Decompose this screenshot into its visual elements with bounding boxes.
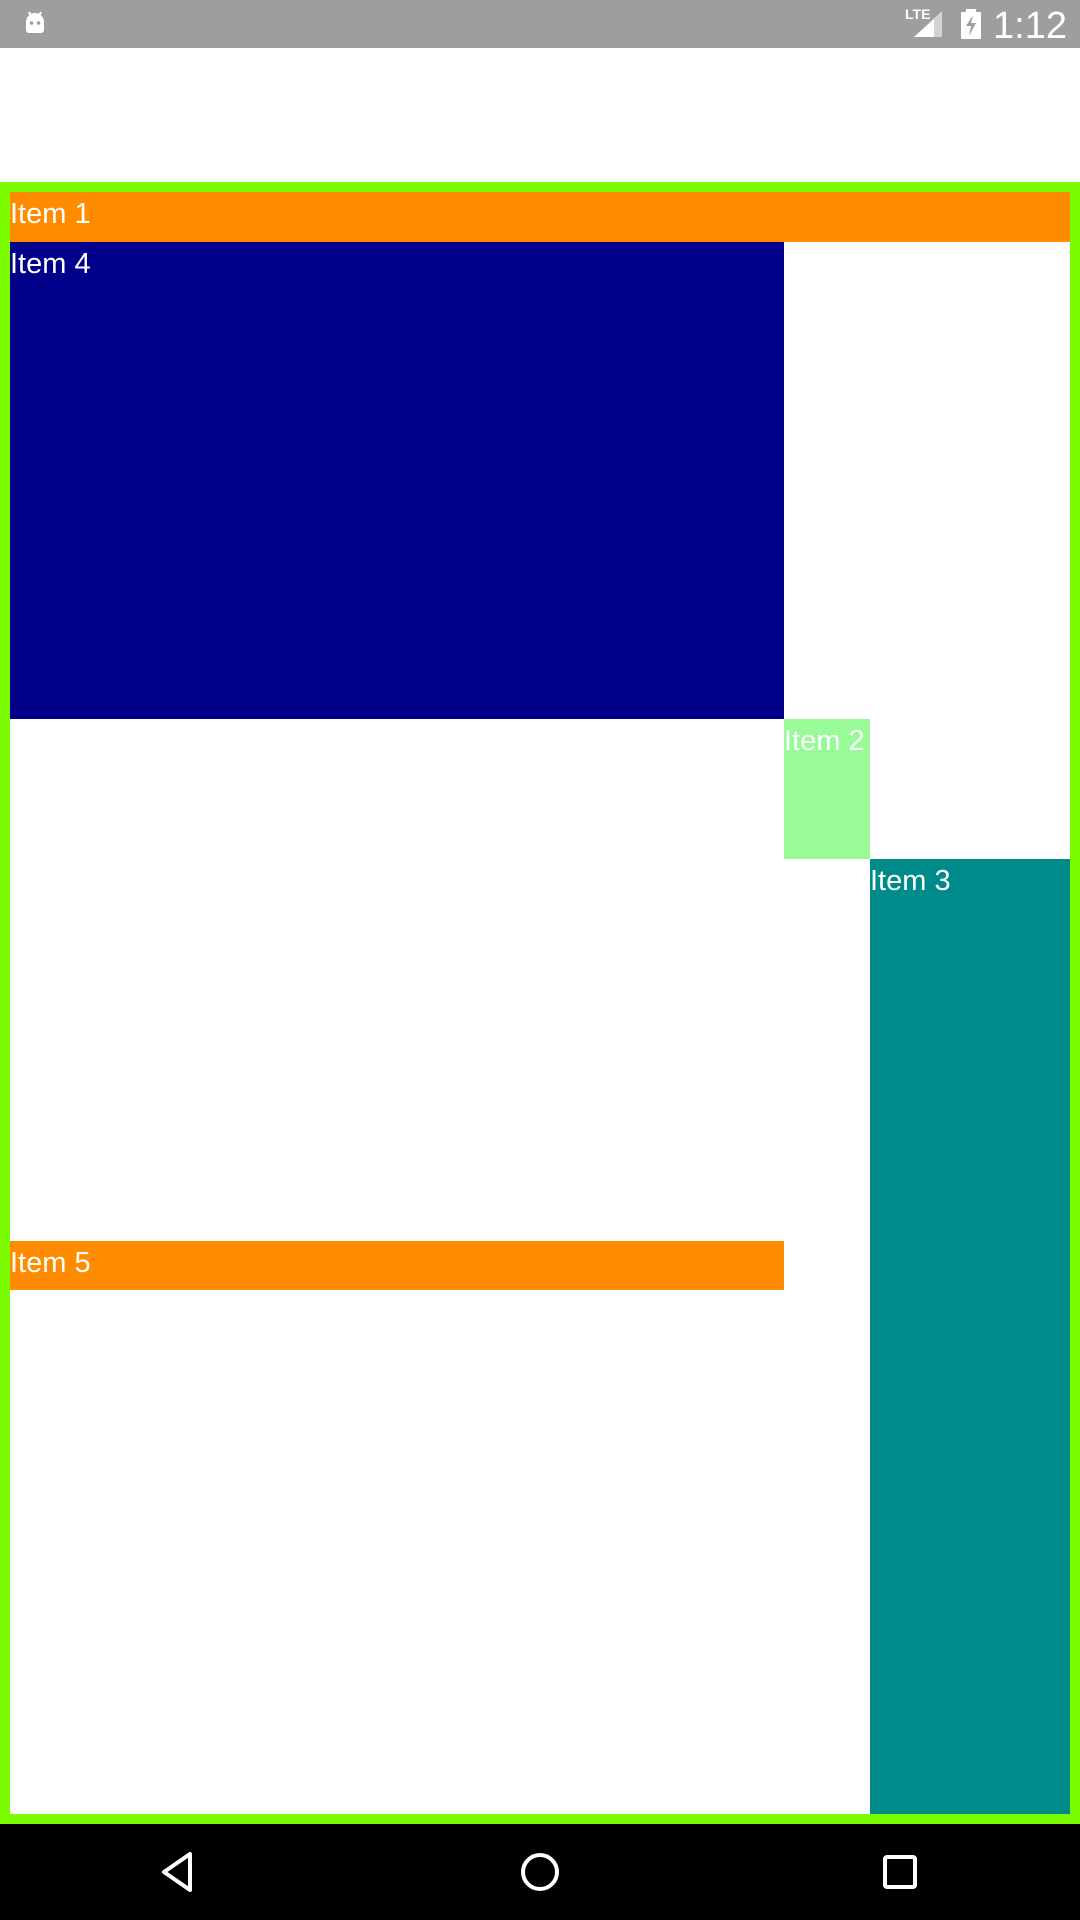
signal-icon xyxy=(914,11,942,37)
item-4: Item 4 xyxy=(10,242,784,719)
back-icon[interactable] xyxy=(154,1846,206,1898)
navigation-bar xyxy=(0,1824,1080,1920)
recents-icon[interactable] xyxy=(874,1846,926,1898)
item-5: Item 5 xyxy=(10,1241,784,1290)
item-1-label: Item 1 xyxy=(10,198,91,230)
item-2-label: Item 2 xyxy=(784,725,865,757)
item-5-label: Item 5 xyxy=(10,1247,91,1279)
item-1: Item 1 xyxy=(10,192,1070,242)
item-2: Item 2 xyxy=(784,719,870,859)
status-clock: 1:12 xyxy=(993,5,1067,47)
item-3: Item 3 xyxy=(870,859,1070,1814)
status-bar: LTE 1:12 xyxy=(0,0,1080,48)
item-3-label: Item 3 xyxy=(870,865,951,897)
battery-charging-icon xyxy=(961,9,981,39)
item-4-label: Item 4 xyxy=(10,248,91,280)
home-icon[interactable] xyxy=(514,1846,566,1898)
layout-container: Item 1 Item 4 Item 2 Item 3 Item 5 xyxy=(0,182,1080,1824)
android-icon xyxy=(26,11,44,33)
